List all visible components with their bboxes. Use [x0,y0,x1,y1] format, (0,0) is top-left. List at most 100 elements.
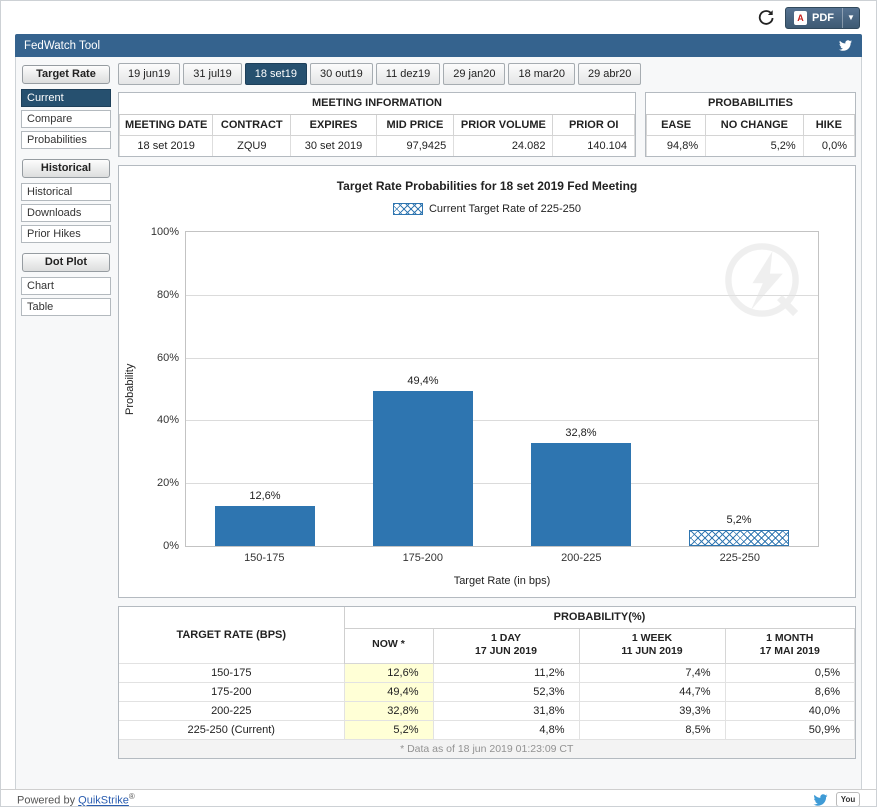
table-row: 225-250 (Current) 5,2% 4,8% 8,5% 50,9% [119,720,855,739]
twitter-icon[interactable] [838,39,853,52]
tab-31-jul19[interactable]: 31 jul19 [183,63,242,85]
main-column: 19 jun19 31 jul19 18 set19 30 out19 11 d… [118,63,856,789]
sidebar-item-current[interactable]: Current [21,89,111,107]
contract-value: ZQU9 [213,135,291,156]
probability-table-panel: TARGET RATE (BPS) PROBABILITY(%) NOW * 1… [118,606,856,759]
now-value: 5,2% [344,720,433,739]
youtube-icon[interactable]: You [836,792,860,806]
ytick-100: 100% [151,226,179,238]
no-change-value: 5,2% [706,135,804,156]
quikstrike-link[interactable]: QuikStrike [78,795,129,806]
col-no-change: NO CHANGE [706,114,804,135]
chart-panel: Target Rate Probabilities for 18 set 201… [118,165,856,598]
x-tick-labels: 150-175 175-200 200-225 225-250 [185,552,819,564]
tab-30-out19[interactable]: 30 out19 [310,63,373,85]
col-mid-price: MID PRICE [376,114,454,135]
sub-header-line: 17 JUN 2019 [434,645,579,659]
week-value: 8,5% [579,720,725,739]
sidebar-header-target-rate[interactable]: Target Rate [22,65,110,84]
tab-11-dez19[interactable]: 11 dez19 [376,63,440,85]
col-hike: HIKE [803,114,854,135]
probabilities-title: PROBABILITIES [647,93,855,114]
sub-header-line: 1 WEEK [632,632,672,644]
col-meeting-date: MEETING DATE [120,114,213,135]
bar-175-200 [373,391,473,546]
hike-value: 0,0% [803,135,854,156]
tab-18-mar20[interactable]: 18 mar20 [508,63,574,85]
meeting-information-table: MEETING INFORMATION MEETING DATE CONTRAC… [119,93,635,156]
pdf-dropdown-button[interactable]: ▼ [842,8,859,28]
rate-cell: 225-250 (Current) [119,720,344,739]
now-value: 32,8% [344,701,433,720]
now-value: 12,6% [344,663,433,682]
x-axis-title: Target Rate (in bps) [185,575,819,587]
plot-area: 100% 80% 60% 40% 20% 0% [185,231,819,547]
sidebar-item-historical[interactable]: Historical [21,183,111,201]
chevron-down-icon: ▼ [847,13,855,22]
probability-table: TARGET RATE (BPS) PROBABILITY(%) NOW * 1… [119,607,855,758]
bar-value-label: 5,2% [726,514,751,526]
meeting-info-title: MEETING INFORMATION [120,93,635,114]
bar-slot-175-200: 49,4% [344,232,502,546]
sidebar-item-prior-hikes[interactable]: Prior Hikes [21,225,111,243]
ytick-40: 40% [157,414,179,426]
sidebar-header-historical[interactable]: Historical [22,159,110,178]
bars-container: 12,6% 49,4% 32,8% [186,232,818,546]
refresh-button[interactable] [756,8,776,28]
pdf-button[interactable]: A PDF [786,8,842,28]
col-1-day: 1 DAY 17 JUN 2019 [433,628,579,663]
chart-title: Target Rate Probabilities for 18 set 201… [119,179,855,193]
pdf-button-group: A PDF ▼ [785,7,860,29]
bar-225-250-current [689,530,789,546]
legend-hatch-swatch-icon [393,203,423,215]
sidebar-item-probabilities[interactable]: Probabilities [21,131,111,149]
probabilities-table: PROBABILITIES EASE NO CHANGE HIKE 94,8% … [646,93,855,156]
tab-29-jan20[interactable]: 29 jan20 [443,63,505,85]
pdf-file-icon: A [794,11,807,25]
prior-oi-value: 140.104 [553,135,635,156]
chart-body: Probability 100% 80% 60% 40% 20% [119,231,855,587]
col-now: NOW * [344,628,433,663]
col-contract: CONTRACT [213,114,291,135]
refresh-icon [757,9,775,27]
ease-value: 94,8% [647,135,706,156]
target-rate-bps-header: TARGET RATE (BPS) [119,607,344,663]
week-value: 39,3% [579,701,725,720]
topbar: A PDF ▼ [1,1,876,34]
meeting-date-value: 18 set 2019 [120,135,213,156]
bar-value-label: 32,8% [565,427,596,439]
tab-18-set19[interactable]: 18 set19 [245,63,307,85]
info-row: MEETING INFORMATION MEETING DATE CONTRAC… [118,92,856,157]
day-value: 11,2% [433,663,579,682]
sub-header-line: 11 JUN 2019 [580,645,725,659]
ytick-60: 60% [157,352,179,364]
week-value: 44,7% [579,682,725,701]
meeting-information-panel: MEETING INFORMATION MEETING DATE CONTRAC… [118,92,636,157]
twitter-footer-icon[interactable] [812,793,829,807]
fedwatch-screen: A PDF ▼ FedWatch Tool Target Rate Curren… [0,0,877,807]
tab-29-abr20[interactable]: 29 abr20 [578,63,641,85]
sidebar-item-downloads[interactable]: Downloads [21,204,111,222]
table-row: 150-175 12,6% 11,2% 7,4% 0,5% [119,663,855,682]
col-expires: EXPIRES [291,114,376,135]
day-value: 31,8% [433,701,579,720]
col-prior-volume: PRIOR VOLUME [454,114,553,135]
col-prior-oi: PRIOR OI [553,114,635,135]
xtick-225-250: 225-250 [661,552,820,564]
sidebar-item-compare[interactable]: Compare [21,110,111,128]
col-ease: EASE [647,114,706,135]
sidebar-item-table[interactable]: Table [21,298,111,316]
sidebar-item-chart[interactable]: Chart [21,277,111,295]
sidebar-header-dot-plot[interactable]: Dot Plot [22,253,110,272]
bar-200-225 [531,443,631,546]
month-value: 8,6% [725,682,855,701]
chart-legend: Current Target Rate of 225-250 [119,203,855,215]
tab-19-jun19[interactable]: 19 jun19 [118,63,180,85]
sub-header-line: 1 MONTH [766,632,813,644]
bar-slot-225-250: 5,2% [660,232,818,546]
sub-header-line: NOW * [372,638,405,650]
now-value: 49,4% [344,682,433,701]
fedwatch-header: FedWatch Tool [15,34,862,57]
ytick-20: 20% [157,477,179,489]
bar-slot-150-175: 12,6% [186,232,344,546]
